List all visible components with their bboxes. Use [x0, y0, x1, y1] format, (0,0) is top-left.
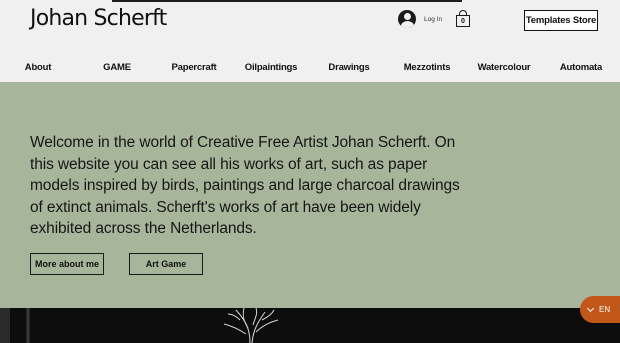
user-avatar-icon	[398, 10, 416, 28]
header-divider-line	[112, 0, 462, 2]
login-label: Log In	[424, 15, 443, 23]
hero-intro-text: Welcome in the world of Creative Free Ar…	[30, 134, 460, 237]
hero-section: Welcome in the world of Creative Free Ar…	[0, 82, 620, 308]
cart-button[interactable]: 0	[456, 10, 470, 28]
nav-item-oilpaintings[interactable]: Oilpaintings	[242, 62, 300, 73]
nav-item-automata[interactable]: Automata	[556, 62, 606, 73]
nav-item-about[interactable]: About	[18, 62, 58, 73]
nav-item-game[interactable]: GAME	[96, 62, 138, 73]
nav-item-watercolour[interactable]: Watercolour	[475, 62, 533, 73]
login-button[interactable]: Log In	[398, 10, 442, 28]
nav-item-papercraft[interactable]: Papercraft	[168, 62, 220, 73]
language-selector[interactable]: EN	[580, 296, 620, 323]
branch-sculpture-image	[26, 308, 279, 343]
site-header: Johan Scherft Log In 0 Templates Store A…	[0, 0, 620, 82]
artwork-image-strip	[0, 308, 620, 343]
art-game-button[interactable]: Art Game	[129, 253, 203, 275]
chevron-down-icon	[586, 304, 595, 312]
main-navigation: About GAME Papercraft Oilpaintings Drawi…	[0, 58, 620, 78]
more-about-me-button[interactable]: More about me	[30, 253, 104, 275]
nav-item-drawings[interactable]: Drawings	[326, 62, 372, 73]
cart-count: 0	[456, 15, 470, 27]
nav-item-mezzotints[interactable]: Mezzotints	[399, 62, 455, 73]
language-label: EN	[599, 305, 611, 314]
templates-store-button[interactable]: Templates Store	[524, 10, 598, 31]
site-title[interactable]: Johan Scherft	[30, 6, 167, 31]
